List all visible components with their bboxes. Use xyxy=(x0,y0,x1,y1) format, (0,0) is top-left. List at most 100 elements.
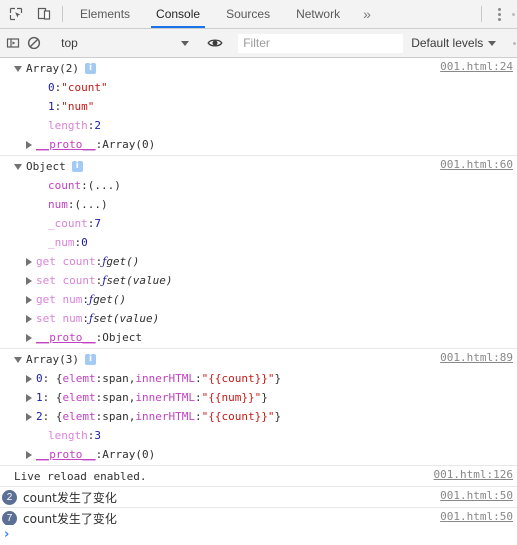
property-token-plain: Array(0) xyxy=(102,448,156,461)
object-property-row[interactable]: 0: "count" xyxy=(0,78,517,97)
expand-arrow-right-icon[interactable] xyxy=(26,412,32,421)
property-token-keyl: set num xyxy=(36,312,83,325)
console-filterbar: top Default levels xyxy=(0,29,517,58)
filter-input[interactable] xyxy=(238,33,404,53)
property-token-num: 0 xyxy=(81,236,88,249)
more-options-icon[interactable] xyxy=(486,0,512,28)
property-token-keyl: length xyxy=(48,429,88,442)
log-levels-label: Default levels xyxy=(411,36,484,50)
property-token-punc: , xyxy=(128,391,136,404)
inspect-element-icon[interactable] xyxy=(2,0,30,28)
array-3-group[interactable]: Array(3) i 0: {elemt: span, innerHTML: "{{… xyxy=(0,349,517,466)
expand-arrow-right-icon[interactable] xyxy=(26,257,32,266)
repeat-count-badge[interactable]: 7 xyxy=(2,510,17,525)
property-token-proto: __proto__ xyxy=(36,448,96,461)
object-property-row[interactable]: set num: ƒ set(value) xyxy=(0,309,517,328)
expand-arrow-down-icon[interactable] xyxy=(14,65,22,72)
info-icon[interactable]: i xyxy=(84,354,96,365)
expand-arrow-right-icon[interactable] xyxy=(26,295,32,304)
tab-console[interactable]: Console xyxy=(143,0,213,28)
property-token-punc: : { xyxy=(42,410,63,423)
object-property-row[interactable]: _num: 0 xyxy=(0,233,517,252)
property-token-num: 1 xyxy=(48,100,55,113)
tab-network-label: Network xyxy=(296,7,341,21)
property-token-punc: : xyxy=(87,119,95,132)
object-property-row[interactable]: 1: {elemt: span, innerHTML: "{{num}}"} xyxy=(0,388,517,407)
object-property-row[interactable]: set count: ƒ set(value) xyxy=(0,271,517,290)
source-link[interactable]: 001.html:50 xyxy=(440,489,513,502)
execution-context-select[interactable]: top xyxy=(53,33,195,53)
expand-arrow-right-icon[interactable] xyxy=(26,276,32,285)
property-token-keyl: length xyxy=(48,119,88,132)
tab-sources[interactable]: Sources xyxy=(213,0,283,28)
object-property-row[interactable]: num: (...) xyxy=(0,195,517,214)
live-reload-message[interactable]: Live reload enabled. 001.html:126 xyxy=(0,466,517,487)
object-property-row[interactable]: __proto__: Array(0) xyxy=(0,445,517,464)
property-token-punc: : xyxy=(54,81,62,94)
expand-arrow-right-icon[interactable] xyxy=(26,393,32,402)
info-icon[interactable]: i xyxy=(84,63,96,74)
expand-arrow-right-icon[interactable] xyxy=(26,374,32,383)
tab-network[interactable]: Network xyxy=(283,0,353,28)
object-property-row[interactable]: length: 2 xyxy=(0,116,517,135)
property-token-punc: : xyxy=(67,198,75,211)
property-token-num: 0 xyxy=(48,81,55,94)
source-link[interactable]: 001.html:50 xyxy=(440,510,513,523)
object-property-row[interactable]: 2: {elemt: span, innerHTML: "{{count}}"} xyxy=(0,407,517,426)
execution-context-value: top xyxy=(61,36,78,50)
property-token-plain: Object xyxy=(102,331,142,344)
chevron-down-icon xyxy=(181,40,190,46)
tab-elements[interactable]: Elements xyxy=(67,0,143,28)
property-token-punc: : xyxy=(87,217,95,230)
devtools-tabbar: Elements Console Sources Network » xyxy=(0,0,517,29)
object-property-row[interactable]: __proto__: Array(0) xyxy=(0,135,517,154)
source-link[interactable]: 001.html:126 xyxy=(434,468,513,481)
expand-arrow-right-icon[interactable] xyxy=(26,140,32,149)
tabbar-edge-icon[interactable] xyxy=(512,0,517,28)
console-messages[interactable]: Array(2) i 0: "count" 1: "num" length: 2 __pr… xyxy=(0,58,517,525)
tabbar-divider-right xyxy=(481,6,482,22)
count-changed-message-2[interactable]: 7 count发生了变化 001.html:50 xyxy=(0,508,517,525)
property-token-proto: __proto__ xyxy=(36,331,96,344)
console-sidebar-icon[interactable] xyxy=(2,36,23,50)
property-token-punc: : xyxy=(95,391,103,404)
property-token-punc: } xyxy=(261,391,268,404)
property-token-plain: span xyxy=(102,391,129,404)
device-toolbar-icon[interactable] xyxy=(30,0,58,28)
info-icon[interactable]: i xyxy=(71,161,83,172)
expand-arrow-right-icon[interactable] xyxy=(26,333,32,342)
array-2-group[interactable]: Array(2) i 0: "count" 1: "num" length: 2 __pr… xyxy=(0,58,517,156)
expand-arrow-right-icon[interactable] xyxy=(26,450,32,459)
source-link[interactable]: 001.html:24 xyxy=(440,60,513,73)
property-token-plain: span xyxy=(102,410,129,423)
expand-arrow-down-icon[interactable] xyxy=(14,356,22,363)
object-group[interactable]: Object i count: (...) num: (...) _count: 7 _n… xyxy=(0,156,517,349)
property-token-num: 7 xyxy=(94,217,101,230)
object-property-row[interactable]: __proto__: Object xyxy=(0,328,517,347)
live-expression-icon[interactable] xyxy=(204,36,225,50)
expand-arrow-right-icon[interactable] xyxy=(26,314,32,323)
repeat-count-badge[interactable]: 2 xyxy=(2,489,17,505)
property-token-key: num xyxy=(48,198,68,211)
object-property-row[interactable]: 1: "num" xyxy=(0,97,517,116)
object-property-row[interactable]: count: (...) xyxy=(0,176,517,195)
message-text: Live reload enabled. xyxy=(14,469,147,483)
log-levels-select[interactable]: Default levels xyxy=(403,36,504,50)
property-token-punc: : xyxy=(95,448,103,461)
settings-icon[interactable] xyxy=(513,41,517,45)
console-prompt[interactable]: › xyxy=(0,525,517,545)
property-token-plain: (...) xyxy=(74,198,108,211)
clear-console-icon[interactable] xyxy=(23,36,44,50)
property-token-plain: (...) xyxy=(87,179,121,192)
more-tabs-icon[interactable]: » xyxy=(353,0,381,28)
property-token-key: elemt xyxy=(62,372,96,385)
source-link[interactable]: 001.html:60 xyxy=(440,158,513,171)
object-property-row[interactable]: length: 3 xyxy=(0,426,517,445)
object-property-row[interactable]: _count: 7 xyxy=(0,214,517,233)
object-property-row[interactable]: get count: ƒ get() xyxy=(0,252,517,271)
object-property-row[interactable]: 0: {elemt: span, innerHTML: "{{count}}"} xyxy=(0,369,517,388)
source-link[interactable]: 001.html:89 xyxy=(440,351,513,364)
object-property-row[interactable]: get num: ƒ get() xyxy=(0,290,517,309)
expand-arrow-down-icon[interactable] xyxy=(14,163,22,170)
count-changed-message-1[interactable]: 2 count发生了变化 001.html:50 xyxy=(0,487,517,508)
